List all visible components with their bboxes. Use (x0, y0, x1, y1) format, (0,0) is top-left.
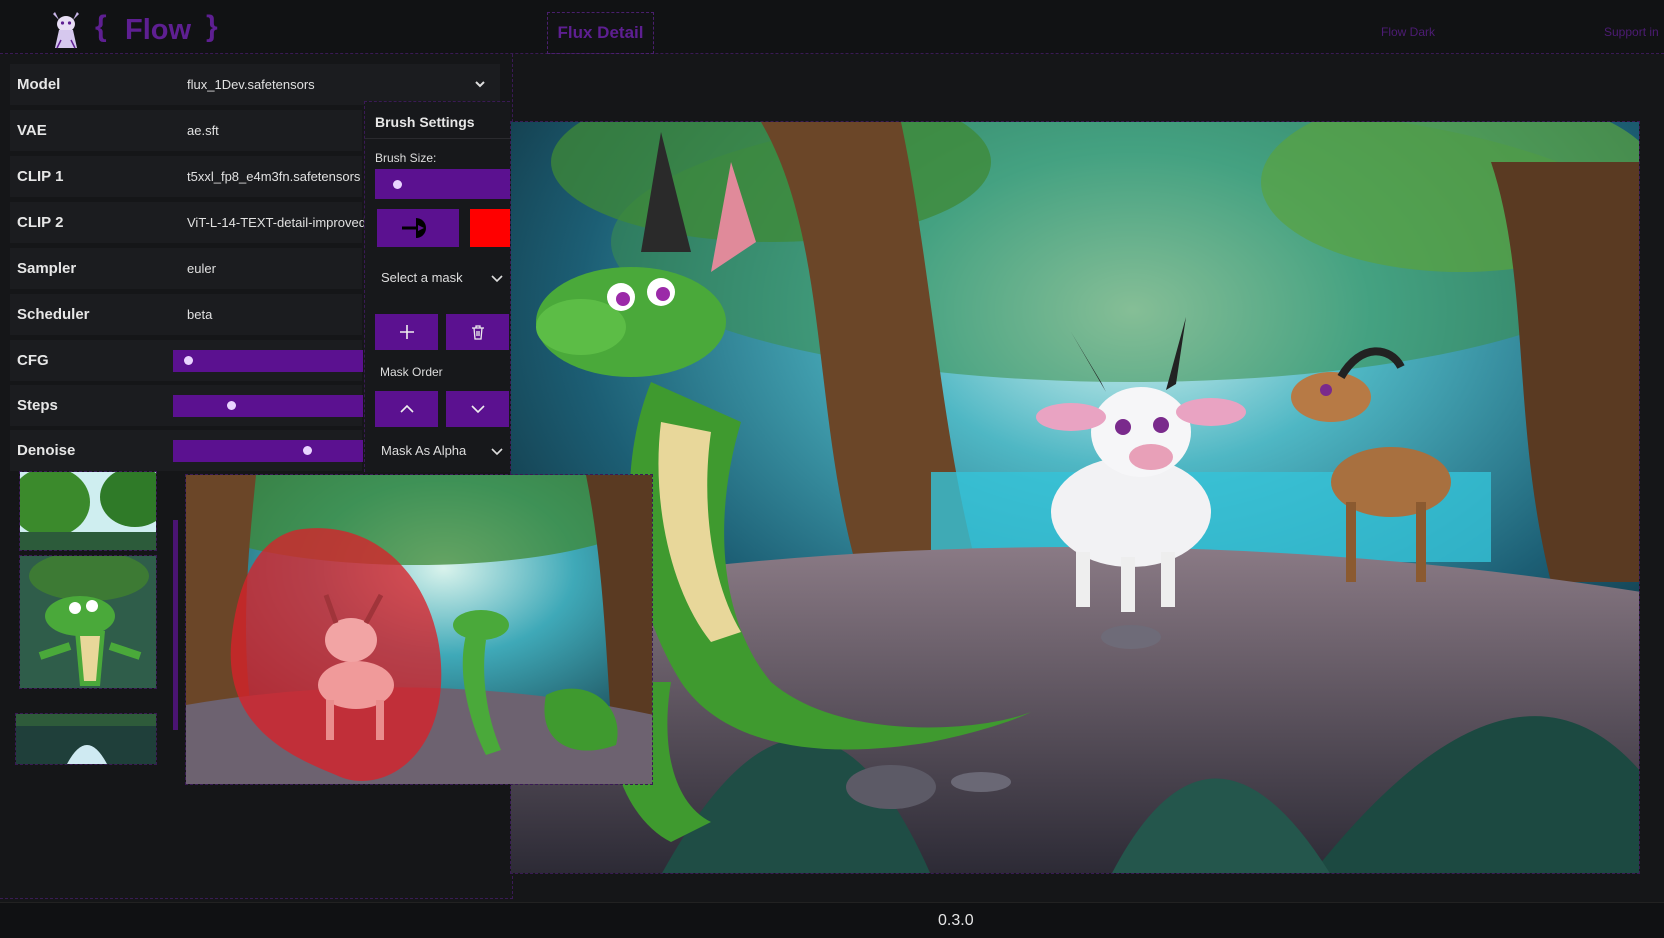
app-title: Flow (125, 14, 192, 46)
vae-label: VAE (17, 122, 47, 139)
sampler-value: euler (187, 261, 216, 276)
clip1-select[interactable]: CLIP 1 t5xxl_fp8_e4m3fn.safetensors (10, 156, 362, 197)
tab-flux-detail[interactable]: Flux Detail (547, 12, 654, 54)
steps-slider[interactable] (173, 395, 363, 417)
theme-selector[interactable]: Flow Dark (1381, 25, 1435, 39)
dragon-thumbnail-image (20, 556, 156, 688)
brush-settings-panel: Brush Settings Brush Size: Select a mask (364, 101, 510, 472)
history-thumbnail[interactable] (19, 555, 157, 689)
mask-preview-image (186, 475, 652, 784)
plus-icon (399, 325, 414, 339)
main-canvas[interactable] (510, 121, 1640, 874)
chevron-up-icon (399, 404, 414, 413)
trash-icon (471, 325, 484, 340)
chevron-down-icon (491, 448, 503, 456)
steps-row: Steps (10, 385, 363, 426)
mask-select[interactable]: Select a mask (375, 259, 510, 295)
mask-as-alpha-select[interactable]: Mask As Alpha (375, 432, 510, 468)
mask-as-alpha-value: Mask As Alpha (381, 443, 467, 458)
vae-select[interactable]: VAE ae.sft (10, 110, 362, 151)
scheduler-value: beta (187, 307, 213, 322)
clip2-label: CLIP 2 (17, 214, 64, 231)
ruins-thumbnail-image (16, 714, 156, 764)
forest-thumbnail-image (20, 472, 156, 550)
history-thumbnail[interactable] (19, 471, 157, 551)
history-thumbnail[interactable] (15, 713, 157, 765)
brush-size-slider-thumb[interactable] (393, 180, 402, 189)
chevron-down-icon (470, 405, 485, 414)
clip1-label: CLIP 1 (17, 168, 64, 185)
forest-scene-image (511, 122, 1639, 873)
brush-settings-title: Brush Settings (375, 114, 475, 130)
image-history-strip (15, 469, 167, 789)
brace-right: } (206, 10, 218, 43)
clip2-select[interactable]: CLIP 2 ViT-L-14-TEXT-detail-improved (10, 202, 366, 243)
denoise-slider[interactable] (173, 440, 363, 462)
app-root: { Flow } Flux Detail Flow Dark Support i… (0, 0, 1664, 938)
brush-tool-button[interactable] (377, 209, 459, 247)
add-mask-button[interactable] (375, 314, 438, 350)
goat-logo-icon (53, 12, 79, 49)
steps-slider-thumb[interactable] (227, 401, 236, 410)
header: { Flow } Flux Detail Flow Dark Support i… (0, 0, 1664, 54)
brush-size-slider[interactable] (375, 169, 510, 199)
history-scrollbar[interactable] (173, 520, 178, 730)
support-link[interactable]: Support in (1604, 25, 1659, 39)
mask-preview-canvas[interactable] (185, 474, 653, 785)
mask-order-down-button[interactable] (446, 391, 509, 427)
denoise-label: Denoise (17, 442, 76, 459)
cfg-label: CFG (17, 352, 49, 369)
denoise-row: Denoise (10, 430, 363, 471)
mask-order-label: Mask Order (380, 365, 443, 379)
cfg-row: CFG (10, 340, 363, 381)
denoise-slider-thumb[interactable] (303, 446, 312, 455)
brush-divider (365, 138, 510, 139)
sampler-label: Sampler (17, 260, 77, 277)
chevron-down-icon (491, 275, 503, 283)
delete-mask-button[interactable] (446, 314, 509, 350)
brace-left: { (95, 10, 107, 43)
clip1-value: t5xxl_fp8_e4m3fn.safetensors (187, 169, 361, 184)
chevron-down-icon (475, 81, 485, 88)
mask-select-value: Select a mask (381, 270, 463, 285)
cfg-slider[interactable] (173, 350, 363, 372)
vae-value: ae.sft (187, 123, 219, 138)
mask-order-up-button[interactable] (375, 391, 438, 427)
version-label: 0.3.0 (938, 912, 974, 929)
steps-label: Steps (17, 397, 58, 414)
cfg-slider-thumb[interactable] (184, 356, 193, 365)
brush-color-swatch[interactable] (470, 209, 510, 247)
scheduler-label: Scheduler (17, 306, 90, 323)
model-value: flux_1Dev.safetensors (187, 77, 315, 92)
brush-size-label: Brush Size: (375, 151, 437, 165)
model-select[interactable]: Model flux_1Dev.safetensors (10, 64, 500, 105)
model-label: Model (17, 76, 61, 93)
scheduler-select[interactable]: Scheduler beta (10, 294, 362, 335)
sampler-select[interactable]: Sampler euler (10, 248, 362, 289)
footer: 0.3.0 (0, 902, 1664, 938)
clip2-value: ViT-L-14-TEXT-detail-improved (187, 215, 366, 230)
brush-tool-icon (402, 218, 426, 238)
canvas-top-divider (525, 80, 1635, 82)
